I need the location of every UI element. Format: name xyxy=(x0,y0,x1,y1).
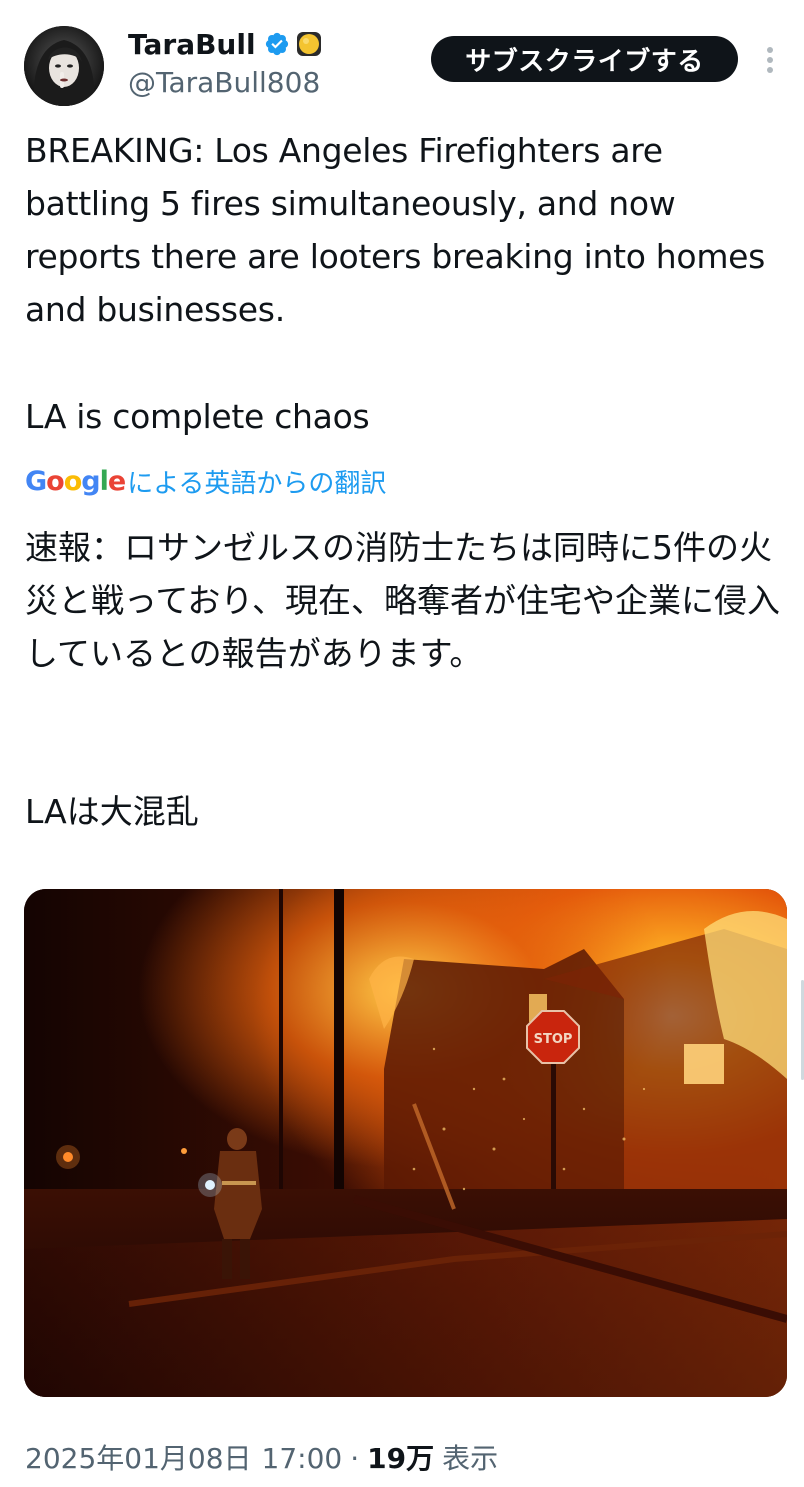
author-avatar[interactable] xyxy=(24,26,104,106)
views-count: 19万 xyxy=(367,1442,435,1475)
meta-separator: · xyxy=(350,1442,360,1475)
tweet-text-original: BREAKING: Los Angeles Firefighters are b… xyxy=(25,131,776,329)
translation-label: による英語からの翻訳 xyxy=(127,468,387,499)
verified-badge-icon[interactable] xyxy=(264,31,290,57)
tweet-date[interactable]: 2025年01月08日 xyxy=(25,1437,252,1477)
more-vertical-icon[interactable] xyxy=(758,40,782,80)
tweet-text-translated: 速報：ロサンゼルスの消防士たちは同時に5件の火災と戦っており、現在、略奪者が住宅… xyxy=(25,528,781,673)
svg-text:STOP: STOP xyxy=(534,1032,573,1047)
tweet-text-translated-tail: LAは大混乱 xyxy=(25,792,199,831)
author-handle[interactable]: @TaraBull808 xyxy=(128,66,320,99)
tweet-media-image[interactable]: STOP xyxy=(24,889,787,1397)
google-logo: Google xyxy=(25,465,126,497)
author-display-name[interactable]: TaraBull xyxy=(128,28,256,61)
yellow-circle-emoji-icon xyxy=(296,32,321,56)
tweet-text-original-tail: LA is complete chaos xyxy=(25,397,370,436)
author-name-row: TaraBull xyxy=(128,26,322,62)
tweet-meta: 2025年01月08日 17:00 · 19万 表示 xyxy=(25,1437,498,1477)
tweet-card: TaraBull @TaraBull808 サブスクライブする BREAKING… xyxy=(0,0,804,1487)
fire-scene-image: STOP xyxy=(24,889,787,1397)
subscribe-button[interactable]: サブスクライブする xyxy=(431,36,738,82)
tweet-time[interactable]: 17:00 xyxy=(262,1442,343,1475)
translation-attribution[interactable]: Google による英語からの翻訳 xyxy=(25,461,386,501)
avatar-image xyxy=(24,26,104,106)
views-label: 表示 xyxy=(442,1442,499,1475)
